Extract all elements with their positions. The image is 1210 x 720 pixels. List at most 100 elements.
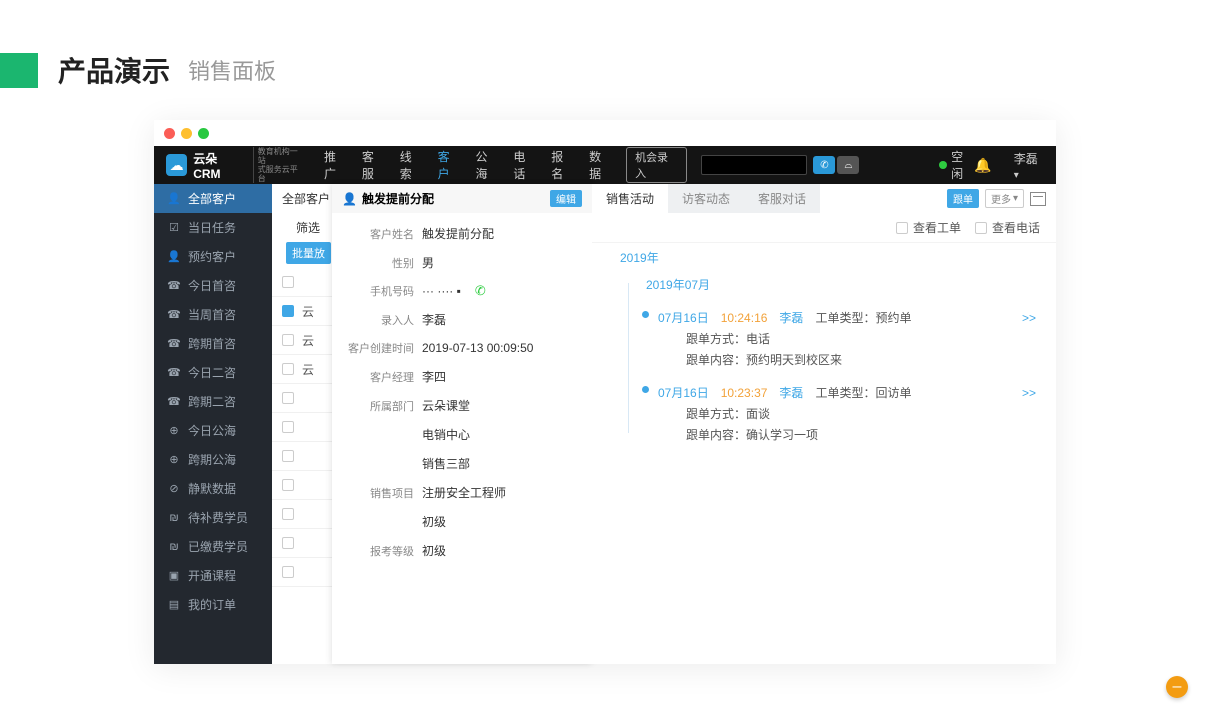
nav-item-0[interactable]: 推广 [324, 148, 347, 182]
entry-content: 跟单内容：预约明天到校区来 [686, 351, 1036, 368]
checkbox-icon[interactable] [282, 334, 294, 346]
edit-button[interactable]: 编辑 [550, 190, 582, 207]
table-row[interactable] [272, 442, 332, 471]
sidebar-label: 我的订单 [188, 596, 236, 613]
entry-expand[interactable]: >> [1022, 386, 1036, 400]
agent-status[interactable]: 空闲 [939, 148, 974, 182]
sidebar-item[interactable]: ⊕跨期公海 [154, 445, 272, 474]
table-row[interactable]: 云 [272, 355, 332, 384]
tab[interactable]: 客服对话 [744, 184, 820, 213]
tab[interactable]: 访客动态 [668, 184, 744, 213]
checkbox-icon[interactable] [282, 392, 294, 404]
check-workorder[interactable]: 查看工单 [896, 219, 961, 236]
hangup-icon[interactable]: ⌓ [837, 156, 859, 174]
checkbox-icon[interactable] [282, 363, 294, 375]
entry-user: 李磊 [779, 309, 803, 326]
table-row[interactable]: 云 [272, 297, 332, 326]
checkbox-icon[interactable] [282, 305, 294, 317]
zoom-dot[interactable] [198, 128, 209, 139]
sidebar-item[interactable]: 👤预约客户 [154, 242, 272, 271]
follow-button[interactable]: 跟单 [947, 189, 979, 208]
checkbox-icon[interactable] [282, 566, 294, 578]
entry-expand[interactable]: >> [1022, 311, 1036, 325]
table-row[interactable] [272, 471, 332, 500]
detail-label: 报考等级 [346, 543, 422, 559]
phone-icon[interactable]: ✆ [813, 156, 835, 174]
sidebar-item[interactable]: ⊕今日公海 [154, 416, 272, 445]
tab[interactable]: 销售活动 [592, 184, 668, 213]
detail-value: 触发提前分配 [422, 225, 494, 242]
sidebar-item[interactable]: ☎跨期二咨 [154, 387, 272, 416]
nav-item-1[interactable]: 客服 [362, 148, 385, 182]
sidebar-item[interactable]: ▤我的订单 [154, 590, 272, 619]
sidebar-icon: ⊕ [168, 424, 180, 437]
table-row[interactable] [272, 558, 332, 587]
person-icon: 👤 [342, 192, 357, 206]
timeline: 2019年 2019年07月 07月16日10:24:16李磊工单类型：预约单>… [592, 243, 1056, 453]
checkbox-icon[interactable] [282, 421, 294, 433]
nav-item-2[interactable]: 线索 [400, 148, 423, 182]
nav-right: 🔔 李磊 ▾ [974, 150, 1044, 181]
app-window: ☁ 云朵CRM 教育机构一站式服务云平台 推广客服线索客户公海电话报名数据 机会… [154, 120, 1056, 664]
nav-item-5[interactable]: 电话 [513, 148, 536, 182]
checkbox-icon [896, 222, 908, 234]
checkbox-icon[interactable] [282, 508, 294, 520]
window-icon[interactable] [1030, 192, 1046, 206]
checkbox-icon[interactable] [282, 479, 294, 491]
sidebar-item[interactable]: ☑当日任务 [154, 213, 272, 242]
sidebar-item[interactable]: 👤全部客户 [154, 184, 272, 213]
nav-item-3[interactable]: 客户 [438, 148, 461, 182]
entry-type: 工单类型：回访单 [815, 384, 911, 401]
sidebar-label: 当周首咨 [188, 306, 236, 323]
float-action-button[interactable]: – [1166, 676, 1188, 698]
batch-button[interactable]: 批量放 [286, 242, 331, 264]
table-row[interactable] [272, 268, 332, 297]
detail-row: 销售项目注册安全工程师 [346, 478, 578, 507]
table-row[interactable] [272, 384, 332, 413]
checkbox-icon[interactable] [282, 450, 294, 462]
detail-value: 2019-07-13 00:09:50 [422, 341, 533, 355]
sidebar-item[interactable]: ☎今日首咨 [154, 271, 272, 300]
detail-label: 所属部门 [346, 398, 422, 414]
detail-label: 客户姓名 [346, 226, 422, 242]
sidebar-item[interactable]: ☎跨期首咨 [154, 329, 272, 358]
more-button[interactable]: 更多 ▾ [985, 189, 1024, 208]
detail-panel: 👤 触发提前分配 编辑 客户姓名触发提前分配性别男手机号码··· ···· ▪✆… [332, 184, 592, 664]
user-menu[interactable]: 李磊 ▾ [1014, 150, 1044, 181]
detail-row: 初级 [346, 507, 578, 536]
filter-label[interactable]: 筛选 [272, 213, 332, 242]
status-dot-icon [939, 161, 947, 169]
table-row[interactable] [272, 529, 332, 558]
minimize-dot[interactable] [181, 128, 192, 139]
checkbox-icon[interactable] [282, 537, 294, 549]
checkbox-icon[interactable] [282, 276, 294, 288]
bell-icon[interactable]: 🔔 [974, 157, 991, 174]
sidebar-label: 静默数据 [188, 480, 236, 497]
nav-item-7[interactable]: 数据 [589, 148, 612, 182]
chance-entry-button[interactable]: 机会录入 [626, 147, 687, 183]
detail-value: 初级 [422, 542, 446, 559]
table-row[interactable] [272, 500, 332, 529]
phone-icon[interactable]: ✆ [475, 283, 486, 299]
timeline-line [628, 283, 629, 433]
nav-item-4[interactable]: 公海 [476, 148, 499, 182]
sidebar-icon: ▣ [168, 569, 180, 582]
detail-value: 电销中心 [422, 426, 470, 443]
sidebar-icon: ⊕ [168, 453, 180, 466]
search-input[interactable] [701, 155, 808, 175]
detail-row: 销售三部 [346, 449, 578, 478]
close-dot[interactable] [164, 128, 175, 139]
logo-icon: ☁ [166, 154, 187, 176]
sidebar-item[interactable]: ☎当周首咨 [154, 300, 272, 329]
table-row[interactable] [272, 413, 332, 442]
entry-date: 07月16日 [658, 384, 709, 401]
customer-table: 云云云 [272, 268, 332, 587]
nav-item-6[interactable]: 报名 [551, 148, 574, 182]
sidebar-item[interactable]: ₪已缴费学员 [154, 532, 272, 561]
table-row[interactable]: 云 [272, 326, 332, 355]
sidebar-item[interactable]: ₪待补费学员 [154, 503, 272, 532]
sidebar-item[interactable]: ☎今日二咨 [154, 358, 272, 387]
sidebar-item[interactable]: ⊘静默数据 [154, 474, 272, 503]
check-phone[interactable]: 查看电话 [975, 219, 1040, 236]
sidebar-item[interactable]: ▣开通课程 [154, 561, 272, 590]
